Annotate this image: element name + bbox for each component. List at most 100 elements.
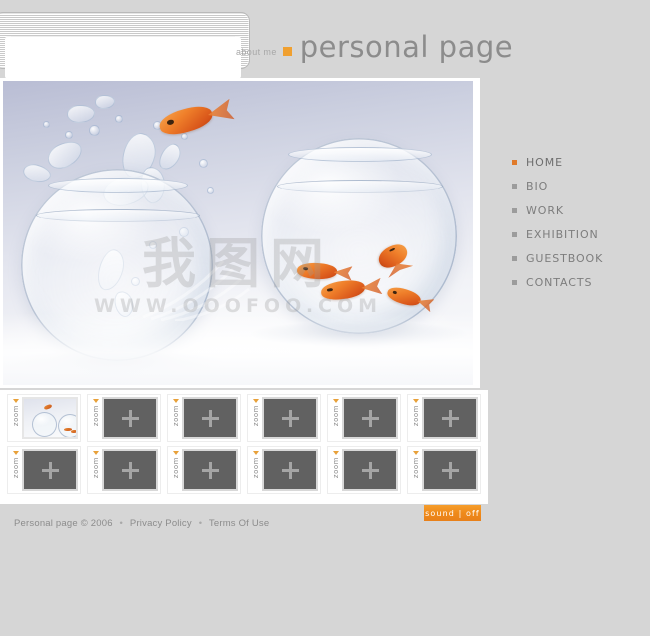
- thumbnail-preview[interactable]: [102, 449, 158, 491]
- thumbnail-preview[interactable]: [182, 397, 238, 439]
- page-root: about me personal page 我图网 WWW.OOOFOO.CO…: [0, 0, 650, 636]
- brand-lockup: about me personal page: [236, 30, 513, 64]
- plus-icon: [41, 461, 59, 479]
- thumbnail-preview[interactable]: [22, 449, 78, 491]
- thumbnail-item[interactable]: zoom: [87, 394, 161, 442]
- bowl-rim: [47, 178, 189, 193]
- footer-copyright: Personal page © 2006: [14, 518, 113, 529]
- nav-item-work[interactable]: WORK: [512, 198, 642, 222]
- bullet-icon: [512, 207, 517, 213]
- bullet-icon: [512, 255, 517, 261]
- zoom-label: zoom: [251, 405, 260, 427]
- nav-item-bio[interactable]: BIO: [512, 174, 642, 198]
- overlay-panel-divider: [11, 36, 235, 37]
- thumbnail-item[interactable]: zoom: [327, 394, 401, 442]
- thumbnail-item[interactable]: zoom: [247, 446, 321, 494]
- thumbnail-item[interactable]: zoom: [167, 394, 241, 442]
- mini-fishbowl: [32, 412, 57, 437]
- sound-toggle-button[interactable]: sound | off: [424, 505, 481, 521]
- triangle-down-icon: [13, 451, 19, 455]
- footer-separator: •: [119, 518, 124, 529]
- triangle-down-icon: [253, 451, 259, 455]
- nav-item-exhibition[interactable]: EXHIBITION: [512, 222, 642, 246]
- thumbnail-preview[interactable]: [422, 449, 478, 491]
- nav-item-label: WORK: [526, 203, 564, 217]
- thumbnail-zoom-tab[interactable]: zoom: [410, 397, 422, 439]
- triangle-down-icon: [413, 399, 419, 403]
- thumbnail-preview[interactable]: [262, 449, 318, 491]
- bowl-rim: [288, 147, 432, 162]
- nav-item-label: BIO: [526, 179, 549, 193]
- mini-fishbowl: [58, 414, 76, 437]
- water-bubble: [115, 115, 123, 123]
- zoom-label: zoom: [411, 405, 420, 427]
- bullet-icon: [512, 159, 517, 165]
- privacy-policy-link[interactable]: Privacy Policy: [130, 518, 192, 529]
- thumbnail-zoom-tab[interactable]: zoom: [10, 397, 22, 439]
- nav-item-home[interactable]: HOME: [512, 150, 642, 174]
- nav-item-label: EXHIBITION: [526, 227, 599, 241]
- water-bubble: [65, 131, 73, 139]
- thumbnail-preview[interactable]: [102, 397, 158, 439]
- plus-icon: [201, 409, 219, 427]
- thumbnail-item[interactable]: zoom: [87, 446, 161, 494]
- thumbnail-zoom-tab[interactable]: zoom: [170, 397, 182, 439]
- triangle-down-icon: [253, 399, 259, 403]
- thumbnail-zoom-tab[interactable]: zoom: [250, 449, 262, 491]
- thumbnail-zoom-tab[interactable]: zoom: [410, 449, 422, 491]
- thumbnail-preview[interactable]: [422, 397, 478, 439]
- footer-separator: •: [198, 518, 203, 529]
- terms-of-use-link[interactable]: Terms Of Use: [209, 518, 269, 529]
- site-footer: Personal page © 2006 • Privacy Policy • …: [0, 510, 650, 636]
- thumbnail-zoom-tab[interactable]: zoom: [330, 449, 342, 491]
- plus-icon: [441, 409, 459, 427]
- thumbnail-preview[interactable]: [262, 397, 318, 439]
- nav-item-label: CONTACTS: [526, 275, 593, 289]
- zoom-label: zoom: [91, 405, 100, 427]
- thumbnail-item[interactable]: zoom: [247, 394, 321, 442]
- thumbnail-zoom-tab[interactable]: zoom: [90, 397, 102, 439]
- thumbnail-preview[interactable]: [342, 397, 398, 439]
- plus-icon: [361, 409, 379, 427]
- thumbnail-preview[interactable]: [342, 449, 398, 491]
- zoom-label: zoom: [331, 405, 340, 427]
- thumbnail-preview[interactable]: [22, 397, 78, 439]
- zoom-label: zoom: [171, 405, 180, 427]
- plus-icon: [121, 461, 139, 479]
- thumbnail-item[interactable]: zoom: [407, 394, 481, 442]
- thumbnail-preview[interactable]: [182, 449, 238, 491]
- zoom-label: zoom: [91, 457, 100, 479]
- thumbnail-zoom-tab[interactable]: zoom: [170, 449, 182, 491]
- thumbnail-item[interactable]: zoom: [7, 394, 81, 442]
- triangle-down-icon: [173, 451, 179, 455]
- bullet-icon: [512, 183, 517, 189]
- overlay-panel[interactable]: [0, 12, 250, 79]
- thumbnail-row: zoom zoom zoom zoom zoom zoom: [7, 446, 488, 494]
- thumbnail-item[interactable]: zoom: [7, 446, 81, 494]
- thumbnail-item[interactable]: zoom: [327, 446, 401, 494]
- triangle-down-icon: [173, 399, 179, 403]
- triangle-down-icon: [333, 451, 339, 455]
- plus-icon: [441, 461, 459, 479]
- zoom-label: zoom: [11, 405, 20, 427]
- thumbnail-zoom-tab[interactable]: zoom: [330, 397, 342, 439]
- orange-square-icon: [282, 47, 292, 56]
- thumbnail-item[interactable]: zoom: [167, 446, 241, 494]
- main-photo[interactable]: 我图网 WWW.OOOFOO.COM: [3, 81, 473, 385]
- water-bubble: [207, 187, 214, 194]
- thumbnail-zoom-tab[interactable]: zoom: [10, 449, 22, 491]
- water-bubble: [43, 121, 50, 128]
- water-bubble: [181, 133, 188, 140]
- nav-item-contacts[interactable]: CONTACTS: [512, 270, 642, 294]
- triangle-down-icon: [93, 399, 99, 403]
- thumbnail-zoom-tab[interactable]: zoom: [90, 449, 102, 491]
- nav-item-guestbook[interactable]: GUESTBOOK: [512, 246, 642, 270]
- water-splash: [155, 140, 185, 174]
- thumbnail-zoom-tab[interactable]: zoom: [250, 397, 262, 439]
- mini-goldfish: [71, 430, 76, 433]
- zoom-label: zoom: [411, 457, 420, 479]
- bullet-icon: [512, 279, 517, 285]
- water-bubble: [89, 125, 100, 136]
- thumbnail-item[interactable]: zoom: [407, 446, 481, 494]
- water-splash: [43, 136, 87, 174]
